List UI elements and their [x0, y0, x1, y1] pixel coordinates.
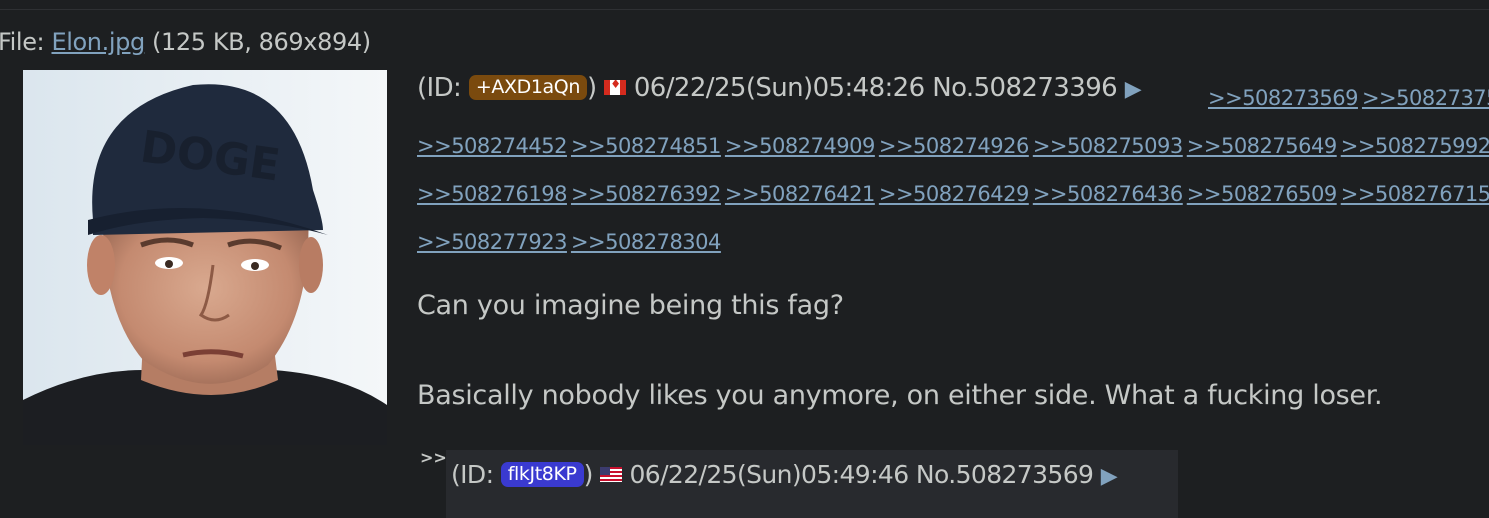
reply-link[interactable]: >>508274851: [571, 134, 721, 158]
reply-post: (ID: flkJt8KP) 06/22/25(Sun)05:49:46 No.…: [446, 450, 1178, 518]
reply-link[interactable]: >>508274926: [879, 134, 1029, 158]
file-link[interactable]: Elon.jpg: [51, 28, 145, 56]
reply-id-open: (ID:: [451, 460, 494, 489]
post-message-line-2: Basically nobody likes you anymore, on e…: [417, 380, 1383, 411]
reply-marker: >>: [420, 448, 447, 467]
reply-header: (ID: flkJt8KP) 06/22/25(Sun)05:49:46 No.…: [451, 460, 1118, 489]
file-meta: (125 KB, 869x894): [152, 28, 371, 56]
reply-link[interactable]: >>508276715: [1341, 182, 1489, 206]
reply-link[interactable]: >>508278304: [571, 230, 721, 254]
post-message-line-1: Can you imagine being this fag?: [417, 290, 844, 321]
reply-link[interactable]: >>508274452: [417, 134, 567, 158]
reply-links-row-1: >>508273569>>508273751: [1208, 74, 1489, 122]
id-close: ): [586, 73, 597, 103]
id-open: (ID:: [417, 73, 462, 103]
post-number[interactable]: No.508273396: [932, 73, 1117, 103]
reply-link[interactable]: >>508273751: [1362, 86, 1489, 110]
reply-number[interactable]: No.508273569: [916, 460, 1094, 489]
reply-poster-id-badge[interactable]: flkJt8KP: [500, 462, 584, 487]
reply-links-row-2: >>508274452 >>508274851 >>508274909 >>50827…: [417, 122, 1489, 170]
reply-link[interactable]: >>508273569: [1208, 86, 1358, 110]
file-info: File: Elon.jpg (125 KB, 869x894): [0, 28, 371, 56]
thumbnail-image: DOGE: [23, 70, 387, 445]
reply-link[interactable]: >>508276509: [1187, 182, 1337, 206]
reply-link[interactable]: >>508274909: [725, 134, 875, 158]
reply-links-row-3: >>508276198 >>508276392 >>508276421 >>50827…: [417, 170, 1489, 218]
reply-id-close: ): [583, 460, 594, 489]
reply-link[interactable]: >>508275093: [1033, 134, 1183, 158]
reply-link[interactable]: >>508276436: [1033, 182, 1183, 206]
reply-link[interactable]: >>508277923: [417, 230, 567, 254]
file-label: File:: [0, 28, 45, 56]
poster-id-badge[interactable]: +AXD1aQn: [468, 75, 587, 100]
top-border: [0, 0, 1489, 10]
reply-menu-arrow-icon[interactable]: ▶: [1101, 464, 1118, 489]
post-header: (ID: +AXD1aQn) 06/22/25(Sun)05:48:26 No.…: [417, 73, 1142, 103]
reply-link[interactable]: >>508276429: [879, 182, 1029, 206]
flag-canada-icon: [604, 80, 627, 95]
flag-usa-icon: [600, 467, 623, 482]
reply-links-row-4: >>508277923 >>508278304: [417, 218, 725, 266]
reply-link[interactable]: >>508275649: [1187, 134, 1337, 158]
reply-link[interactable]: >>508276421: [725, 182, 875, 206]
reply-link[interactable]: >>508275992: [1341, 134, 1489, 158]
post-menu-arrow-icon[interactable]: ▶: [1125, 77, 1142, 102]
post-datetime: 06/22/25(Sun)05:48:26: [633, 73, 925, 103]
reply-datetime: 06/22/25(Sun)05:49:46: [629, 460, 909, 489]
reply-link[interactable]: >>508276392: [571, 182, 721, 206]
reply-link[interactable]: >>508276198: [417, 182, 567, 206]
post-thumbnail[interactable]: DOGE: [23, 70, 387, 445]
